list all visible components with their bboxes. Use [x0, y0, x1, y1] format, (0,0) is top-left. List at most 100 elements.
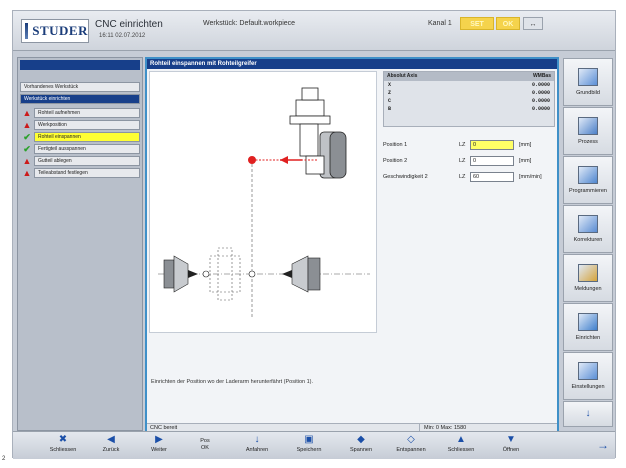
menu-button-label: Einstellungen: [571, 384, 605, 390]
parameter-form: Position 1 LZ 0 [mm] Position 2 LZ 0 [mm] Geschw…: [383, 139, 555, 187]
door-close-softkey[interactable]: ▲ Schliessen: [441, 434, 481, 458]
approach-softkey[interactable]: ↓ Anfahren: [237, 434, 277, 458]
save-softkey[interactable]: ▣ Speichern: [289, 434, 329, 458]
parameter-label: Position 1: [383, 142, 408, 148]
channel-label: Kanal 1: [428, 20, 452, 27]
parameter-row: Geschwindigkeit 2 LZ 60 [mm/min]: [383, 171, 555, 183]
ok-badge: OK: [496, 17, 520, 30]
prozess-button[interactable]: Prozess: [563, 107, 613, 155]
left-tailstock-body: [163, 259, 175, 289]
unclamp-icon: ◇: [407, 434, 415, 445]
softkey-label: Schliessen: [49, 447, 77, 453]
korrekturen-button[interactable]: Korrekturen: [563, 205, 613, 253]
axis-header-unit: WMBas: [532, 73, 551, 79]
step-navigation-panel: Vorhandenes Werkstück Werkstück einrichte…: [17, 57, 143, 431]
axis-name: C: [388, 98, 392, 104]
main-menu-panel: ↓ Grundbild Prozess Programmieren Korrektur…: [563, 57, 613, 431]
axis-row: X 0.0000: [384, 81, 554, 89]
step-item[interactable]: Werkposition: [34, 120, 140, 130]
door-open-icon: ▼: [506, 434, 516, 445]
gripper-arm: [299, 123, 319, 157]
parameter-input[interactable]: 60: [470, 172, 514, 182]
step-item[interactable]: Werkstück einrichten: [20, 94, 140, 104]
back-arrow-softkey[interactable]: ◀ Zurück: [91, 434, 131, 458]
step-item[interactable]: Fertigteil ausspannen: [34, 144, 140, 154]
axis-value: 0.0000: [531, 98, 550, 104]
softkey-label: Entspannen: [396, 447, 426, 453]
warning-icon: ▲: [22, 108, 32, 118]
parameter-input[interactable]: 0: [470, 140, 514, 150]
header-bar: STUDER CNC einrichten 16:11 02.07.2012 W…: [13, 11, 615, 51]
axis-position-panel: Absolut Axis WMBas X 0.0000 Z 0.0000 C 0.0000…: [383, 71, 555, 127]
door-open-softkey[interactable]: ▼ Öffnen: [491, 434, 531, 458]
axis-header: Absolut Axis WMBas: [384, 72, 554, 81]
clamp-softkey[interactable]: ◆ Spannen: [341, 434, 381, 458]
door-close-icon: ▲: [456, 434, 466, 445]
meldungen-button[interactable]: Meldungen: [563, 254, 613, 302]
step-item[interactable]: Teileabstand festlegen: [34, 168, 140, 178]
unclamp-softkey[interactable]: ◇ Entspannen: [391, 434, 431, 458]
softkey-label: Schliessen: [447, 447, 475, 453]
checkmark-icon: ✔: [23, 144, 31, 154]
datetime: 16:11 02.07.2012: [99, 33, 146, 39]
softkey-label: Öffnen: [502, 447, 520, 453]
forward-arrow-softkey[interactable]: ▶ Weiter: [139, 434, 179, 458]
position-marker: [248, 156, 256, 164]
einstellungen-button[interactable]: Einstellungen: [563, 352, 613, 400]
softkey-label: Zurück: [102, 447, 120, 453]
close-icon: ✖: [58, 434, 68, 445]
machine-icon: [578, 68, 598, 86]
einrichten-button[interactable]: Einrichten: [563, 303, 613, 351]
axis-value: 0.0000: [531, 106, 550, 112]
workpiece-center-right: [248, 270, 256, 278]
parameter-input[interactable]: 0: [470, 156, 514, 166]
settings-icon: [578, 362, 598, 380]
axis-header-label: Absolut Axis: [387, 73, 418, 79]
step-item[interactable]: Vorhandenes Werkstück: [20, 82, 140, 92]
menu-button-label: Korrekturen: [573, 237, 603, 243]
parameter-row: Position 2 LZ 0 [mm]: [383, 155, 555, 167]
grundbild-button[interactable]: Grundbild: [563, 58, 613, 106]
softkey-label: Speichern: [296, 447, 322, 453]
gripper-mount: [301, 87, 319, 101]
programming-icon: [578, 166, 598, 184]
grinding-wheel-side: [329, 131, 347, 179]
softkey-label: Anfahren: [245, 447, 269, 453]
softkey-label: Weiter: [151, 447, 167, 453]
studer-logo: STUDER: [21, 19, 89, 43]
app-title: CNC einrichten: [95, 19, 163, 30]
step-item[interactable]: Rohteil aufnehmen: [34, 108, 140, 118]
parameter-label: Geschwindigkeit 2: [383, 174, 428, 180]
approach-icon: ↓: [254, 434, 260, 445]
connection-icon[interactable]: ↔: [523, 17, 543, 30]
step-item[interactable]: Gutteil ablegen: [34, 156, 140, 166]
lz-label: LZ: [459, 142, 466, 148]
lz-label: LZ: [459, 158, 466, 164]
axis-name: X: [388, 82, 392, 88]
more-softkeys-button[interactable]: →: [593, 434, 613, 458]
scroll-down-button[interactable]: ↓: [563, 401, 613, 427]
menu-button-label: Programmieren: [569, 188, 607, 194]
workpiece-holder: [305, 155, 325, 175]
back-arrow-icon: ◀: [107, 434, 115, 445]
close-softkey[interactable]: ✖ Schliessen: [43, 434, 83, 458]
instruction-text: Einrichten der Position wo der Laderarm …: [151, 379, 314, 385]
parameter-row: Position 1 LZ 0 [mm]: [383, 139, 555, 151]
gripper-head: [295, 99, 325, 117]
unit-label: [mm]: [519, 158, 532, 164]
axis-value: 0.0000: [531, 82, 550, 88]
pos-ok-softkey[interactable]: Pos OK: [185, 434, 225, 458]
axis-name: B: [388, 106, 392, 112]
logo-mark-icon: [25, 23, 29, 39]
logo-text: STUDER: [32, 23, 88, 38]
programmieren-button[interactable]: Programmieren: [563, 156, 613, 204]
warning-icon: ▲: [22, 156, 32, 166]
menu-button-label: Meldungen: [574, 286, 602, 292]
step-item[interactable]: Rohteil einspannen: [34, 132, 140, 142]
unit-label: [mm/min]: [519, 174, 542, 180]
menu-button-label: Prozess: [578, 139, 598, 145]
set-badge: SET: [460, 17, 494, 30]
warning-icon: ▲: [22, 120, 32, 130]
page-number: 2: [2, 456, 6, 462]
main-content: Rohteil einspannen mit Rohteilgreifer Ab…: [145, 57, 559, 435]
